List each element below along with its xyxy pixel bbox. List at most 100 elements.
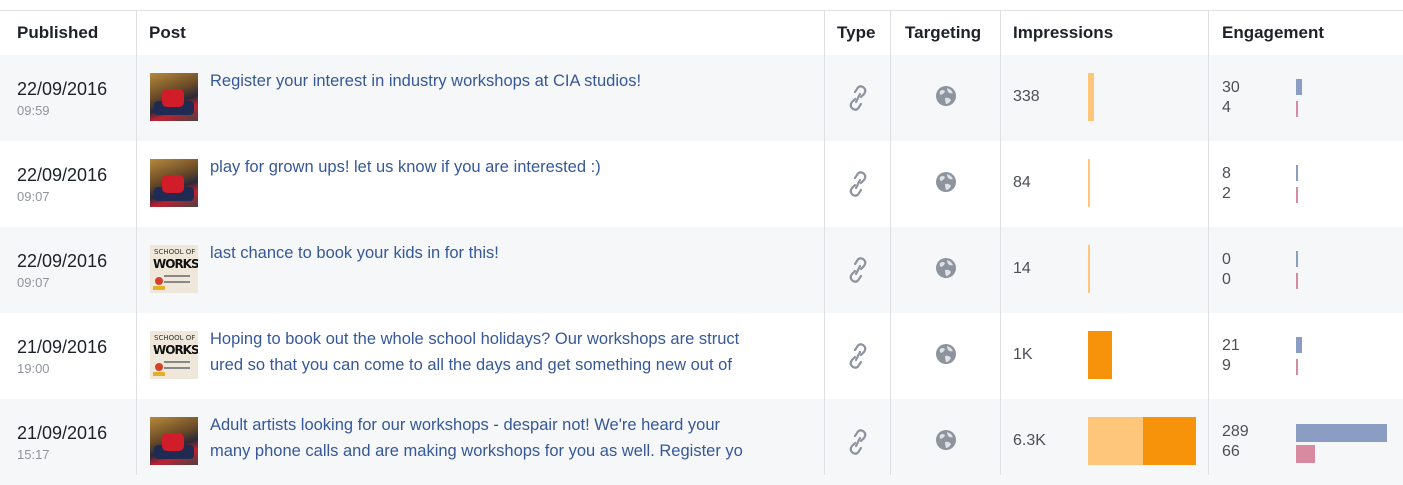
engagement-bar-clicks bbox=[1296, 337, 1302, 353]
engagement-reactions: 2 bbox=[1222, 185, 1231, 202]
engagement-reactions: 66 bbox=[1222, 443, 1240, 460]
post-text-line: Hoping to book out the whole school holi… bbox=[210, 330, 740, 348]
published-date: 22/09/2016 bbox=[17, 79, 108, 99]
table-row[interactable]: 21/09/2016 19:00 SCHOOL OF WORKS Hoping to b… bbox=[0, 313, 1403, 399]
table-row[interactable]: 22/09/2016 09:07 SCHOOL OF WORKS last chance… bbox=[0, 227, 1403, 313]
impressions-bar-organic bbox=[1088, 245, 1090, 293]
engagement-clicks: 0 bbox=[1222, 251, 1231, 268]
post-thumbnail[interactable] bbox=[150, 159, 198, 207]
post-text-line: ured so that you can come to all the day… bbox=[210, 356, 732, 374]
link-icon bbox=[849, 343, 867, 369]
post-link[interactable]: play for grown ups! let us know if you a… bbox=[210, 154, 820, 180]
thumb-shape bbox=[164, 361, 190, 363]
thumb-shape bbox=[153, 372, 165, 376]
col-engagement[interactable]: Engagement bbox=[1222, 11, 1324, 55]
col-type[interactable]: Type bbox=[837, 11, 875, 55]
thumb-text: SCHOOL OF bbox=[154, 334, 196, 342]
globe-icon bbox=[936, 430, 956, 450]
post-thumbnail[interactable] bbox=[150, 73, 198, 121]
published-time: 09:07 bbox=[17, 189, 50, 204]
impressions-value: 1K bbox=[1013, 346, 1033, 363]
insights-posts-table: Published Post Type Targeting Impression… bbox=[0, 10, 1403, 485]
thumb-shape bbox=[162, 175, 184, 193]
published-date: 22/09/2016 bbox=[17, 251, 108, 271]
post-text-line: last chance to book your kids in for thi… bbox=[210, 244, 499, 262]
col-divider bbox=[1000, 11, 1001, 475]
impressions-value: 84 bbox=[1013, 174, 1031, 191]
impressions-bar-organic bbox=[1088, 159, 1090, 207]
published-date: 21/09/2016 bbox=[17, 337, 108, 357]
engagement-clicks: 30 bbox=[1222, 79, 1240, 96]
published-time: 15:17 bbox=[17, 447, 50, 462]
thumb-shape bbox=[155, 277, 163, 285]
engagement-bar-clicks bbox=[1296, 79, 1302, 95]
link-icon bbox=[849, 429, 867, 455]
engagement-clicks: 289 bbox=[1222, 423, 1249, 440]
col-divider bbox=[136, 11, 137, 475]
post-text-line: many phone calls and are making workshop… bbox=[210, 442, 743, 460]
table-header: Published Post Type Targeting Impression… bbox=[0, 11, 1403, 56]
col-targeting[interactable]: Targeting bbox=[905, 11, 981, 55]
table-row[interactable]: 22/09/2016 09:07 play for grown ups! let u… bbox=[0, 141, 1403, 227]
impressions-bar-organic bbox=[1088, 73, 1094, 121]
thumb-shape bbox=[162, 433, 184, 451]
col-published[interactable]: Published bbox=[17, 11, 98, 55]
col-divider bbox=[824, 11, 825, 475]
post-thumbnail[interactable] bbox=[150, 417, 198, 465]
engagement-reactions: 0 bbox=[1222, 271, 1231, 288]
post-text-line: Adult artists looking for our workshops … bbox=[210, 416, 721, 434]
engagement-reactions: 4 bbox=[1222, 99, 1231, 116]
impressions-value: 14 bbox=[1013, 260, 1031, 277]
engagement-bar-reactions bbox=[1296, 445, 1315, 463]
engagement-reactions: 9 bbox=[1222, 357, 1231, 374]
table-row[interactable]: 21/09/2016 15:17 Adult artists looking for… bbox=[0, 399, 1403, 485]
thumb-shape bbox=[153, 286, 165, 290]
thumb-shape bbox=[162, 89, 184, 107]
thumb-text: WORKS bbox=[153, 257, 198, 271]
col-impressions[interactable]: Impressions bbox=[1013, 11, 1113, 55]
post-text-line: Register your interest in industry works… bbox=[210, 72, 642, 90]
impressions-bar-paid bbox=[1143, 417, 1196, 465]
published-time: 09:07 bbox=[17, 275, 50, 290]
post-text-line: play for grown ups! let us know if you a… bbox=[210, 158, 601, 176]
impressions-bar-organic bbox=[1088, 331, 1112, 379]
thumb-shape bbox=[155, 363, 163, 371]
post-thumbnail[interactable]: SCHOOL OF WORKS bbox=[150, 331, 198, 379]
col-divider bbox=[1208, 11, 1209, 475]
link-icon bbox=[849, 85, 867, 111]
engagement-bar-clicks bbox=[1296, 251, 1298, 267]
impressions-bar-organic bbox=[1088, 417, 1143, 465]
engagement-clicks: 21 bbox=[1222, 337, 1240, 354]
post-link[interactable]: Hoping to book out the whole school holi… bbox=[210, 326, 820, 378]
post-link[interactable]: last chance to book your kids in for thi… bbox=[210, 240, 820, 266]
published-time: 19:00 bbox=[17, 361, 50, 376]
engagement-bar-reactions bbox=[1296, 273, 1298, 289]
post-thumbnail[interactable]: SCHOOL OF WORKS bbox=[150, 245, 198, 293]
impressions-value: 6.3K bbox=[1013, 432, 1046, 449]
post-link[interactable]: Adult artists looking for our workshops … bbox=[210, 412, 820, 464]
published-date: 21/09/2016 bbox=[17, 423, 108, 443]
engagement-clicks: 8 bbox=[1222, 165, 1231, 182]
published-time: 09:59 bbox=[17, 103, 50, 118]
engagement-bar-reactions bbox=[1296, 101, 1298, 117]
impressions-value: 338 bbox=[1013, 88, 1040, 105]
link-icon bbox=[849, 257, 867, 283]
post-link[interactable]: Register your interest in industry works… bbox=[210, 68, 820, 94]
thumb-shape bbox=[164, 367, 190, 369]
globe-icon bbox=[936, 344, 956, 364]
engagement-bar-clicks bbox=[1296, 165, 1298, 181]
engagement-bar-reactions bbox=[1296, 187, 1298, 203]
globe-icon bbox=[936, 86, 956, 106]
globe-icon bbox=[936, 172, 956, 192]
col-post[interactable]: Post bbox=[149, 11, 186, 55]
globe-icon bbox=[936, 258, 956, 278]
link-icon bbox=[849, 171, 867, 197]
thumb-shape bbox=[164, 275, 190, 277]
thumb-text: WORKS bbox=[153, 343, 198, 357]
thumb-text: SCHOOL OF bbox=[154, 248, 196, 256]
engagement-bar-clicks bbox=[1296, 424, 1387, 442]
col-divider bbox=[890, 11, 891, 475]
published-date: 22/09/2016 bbox=[17, 165, 108, 185]
engagement-bar-reactions bbox=[1296, 359, 1298, 375]
table-row[interactable]: 22/09/2016 09:59 Register your interest in… bbox=[0, 55, 1403, 141]
